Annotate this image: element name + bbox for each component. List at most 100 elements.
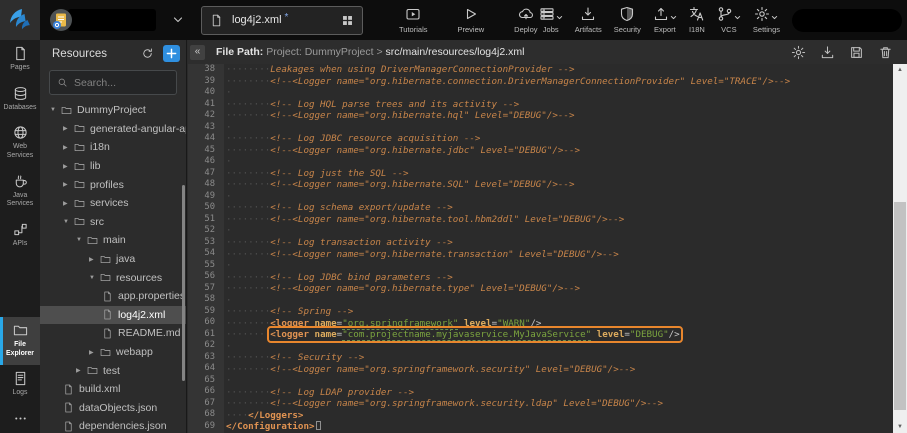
tree-item-java[interactable]: ▶java (40, 250, 186, 269)
resources-header: Resources (40, 40, 186, 67)
file-tab[interactable]: log4j2.xml * (201, 6, 363, 35)
code-line[interactable]: 54········<!--<Logger name="org.hibernat… (188, 248, 893, 260)
code-line[interactable]: 47········<!-- Log just the SQL --> (188, 168, 893, 180)
code-line[interactable]: 40· (188, 87, 893, 99)
app-logo[interactable] (0, 0, 40, 40)
preview-button[interactable]: Preview (457, 6, 484, 34)
code-line[interactable]: 48········<!--<Logger name="org.hibernat… (188, 179, 893, 191)
tree-item-DummyProject[interactable]: ▼DummyProject (40, 101, 186, 120)
code-line[interactable]: 39········<!--<Logger name="org.hibernat… (188, 76, 893, 88)
tree-item-log4j2.xml[interactable]: log4j2.xml (40, 306, 186, 325)
tree-item-dataObjects.json[interactable]: dataObjects.json (40, 399, 186, 418)
code-line[interactable]: 60········<logger name="org.springframew… (188, 317, 893, 329)
code-line[interactable]: 45········<!--<Logger name="org.hibernat… (188, 145, 893, 157)
code-line[interactable]: 65· (188, 375, 893, 387)
code-line[interactable]: 62· (188, 340, 893, 352)
collapse-panel-icon[interactable]: « (190, 45, 205, 60)
code-line[interactable]: 61········<logger name="com.projectname.… (188, 329, 893, 341)
tree-item-webapp[interactable]: ▶webapp (40, 343, 186, 362)
chevron-right-icon[interactable]: ▶ (63, 200, 74, 207)
jobs-button[interactable]: Jobs (539, 6, 563, 34)
tree-item-test[interactable]: ▶test (40, 361, 186, 380)
scroll-down-icon[interactable]: ▼ (893, 421, 907, 433)
code-line[interactable]: 67········<!--<Logger name="org.springfr… (188, 398, 893, 410)
save-file-icon[interactable] (849, 45, 864, 60)
chevron-down-icon[interactable]: ▼ (89, 275, 100, 281)
code-line[interactable]: 56········<!-- Log JDBC bind parameters … (188, 271, 893, 283)
sidebar-item-java-services[interactable]: Java Services (0, 168, 40, 216)
add-resource-button[interactable] (163, 45, 180, 62)
deploy-button[interactable]: Deploy (514, 6, 537, 34)
tree-item-main[interactable]: ▼main (40, 231, 186, 250)
code-line[interactable]: 53········<!-- Log transaction activity … (188, 237, 893, 249)
chevron-down-icon[interactable]: ▼ (63, 219, 74, 225)
i18n-button[interactable]: I18N (689, 6, 705, 34)
tree-item-generated-angular-app[interactable]: ▶generated-angular-app (40, 120, 186, 139)
code-line[interactable]: 64········<!--<Logger name="org.springfr… (188, 363, 893, 375)
tree-item-resources[interactable]: ▼resources (40, 268, 186, 287)
tree-item-lib[interactable]: ▶lib (40, 157, 186, 176)
tree-item-services[interactable]: ▶services (40, 194, 186, 213)
delete-file-icon[interactable] (878, 45, 893, 60)
code-editor[interactable]: 38········Leakages when using DriverMana… (188, 64, 907, 433)
tree-item-src[interactable]: ▼src (40, 213, 186, 232)
code-line[interactable]: 51········<!--<Logger name="org.hibernat… (188, 214, 893, 226)
code-line[interactable]: 43· (188, 122, 893, 134)
code-line[interactable]: 69</Configuration> (188, 421, 893, 433)
sidebar-item-file-explorer[interactable]: File Explorer (0, 317, 40, 365)
code-line[interactable]: 59········<!-- Spring --> (188, 306, 893, 318)
tree-item-dependencies.json[interactable]: dependencies.json (40, 417, 186, 433)
sidebar-item-logs[interactable]: Logs (0, 365, 40, 405)
code-line[interactable]: 38········Leakages when using DriverMana… (188, 64, 893, 76)
chevron-right-icon[interactable]: ▶ (63, 163, 74, 170)
search-input[interactable] (74, 77, 174, 89)
code-line[interactable]: 55· (188, 260, 893, 272)
scrollbar-thumb[interactable] (894, 202, 906, 410)
redacted-user-area[interactable] (792, 9, 902, 32)
sidebar-item-apis[interactable]: APIs (0, 216, 40, 256)
code-line[interactable]: 63········<!-- Security --> (188, 352, 893, 364)
chevron-down-icon[interactable]: ▼ (76, 237, 87, 243)
download-file-icon[interactable] (820, 45, 835, 60)
chevron-right-icon[interactable]: ▶ (89, 349, 100, 356)
editor-settings-icon[interactable] (791, 45, 806, 60)
chevron-right-icon[interactable]: ▶ (63, 125, 74, 132)
sidebar-item-more[interactable] (0, 405, 40, 433)
code-line[interactable]: 52· (188, 225, 893, 237)
tree-item-app.properties[interactable]: app.properties (40, 287, 186, 306)
project-switcher[interactable] (49, 8, 184, 32)
tree-item-README.md[interactable]: README.md (40, 324, 186, 343)
code-line[interactable]: 66········<!-- Log LDAP provider --> (188, 386, 893, 398)
code-line[interactable]: 68····</Loggers> (188, 409, 893, 421)
code-line[interactable]: 46· (188, 156, 893, 168)
chevron-right-icon[interactable]: ▶ (76, 367, 87, 374)
code-line[interactable]: 42········<!--<Logger name="org.hibernat… (188, 110, 893, 122)
dashboard-grid-icon[interactable] (341, 14, 354, 27)
chevron-right-icon[interactable]: ▶ (89, 256, 100, 263)
chevron-right-icon[interactable]: ▶ (63, 181, 74, 188)
tree-scrollbar-thumb[interactable] (182, 185, 185, 381)
vcs-button[interactable]: VCS (717, 6, 741, 34)
code-line[interactable]: 58· (188, 294, 893, 306)
scroll-up-icon[interactable]: ▲ (893, 64, 907, 76)
editor-scrollbar[interactable]: ▲ ▼ (893, 64, 907, 433)
refresh-icon[interactable] (141, 47, 154, 60)
tree-item-profiles[interactable]: ▶profiles (40, 175, 186, 194)
tutorials-button[interactable]: Tutorials (399, 6, 427, 34)
security-button[interactable]: Security (614, 6, 641, 34)
code-line[interactable]: 50········<!-- Log schema export/update … (188, 202, 893, 214)
code-line[interactable]: 49· (188, 191, 893, 203)
sidebar-item-databases[interactable]: Databases (0, 80, 40, 120)
sidebar-item-pages[interactable]: Pages (0, 40, 40, 80)
tree-item-i18n[interactable]: ▶i18n (40, 138, 186, 157)
chevron-down-icon[interactable]: ▼ (50, 107, 61, 113)
chevron-right-icon[interactable]: ▶ (63, 144, 74, 151)
export-button[interactable]: Export (653, 6, 677, 34)
code-line[interactable]: 57········<!--<Logger name="org.hibernat… (188, 283, 893, 295)
artifacts-button[interactable]: Artifacts (575, 6, 602, 34)
tree-item-build.xml[interactable]: build.xml (40, 380, 186, 399)
code-line[interactable]: 44········<!-- Log JDBC resource acquisi… (188, 133, 893, 145)
code-line[interactable]: 41········<!-- Log HQL parse trees and i… (188, 99, 893, 111)
sidebar-item-web-services[interactable]: Web Services (0, 119, 40, 167)
settings-button[interactable]: Settings (753, 6, 780, 34)
